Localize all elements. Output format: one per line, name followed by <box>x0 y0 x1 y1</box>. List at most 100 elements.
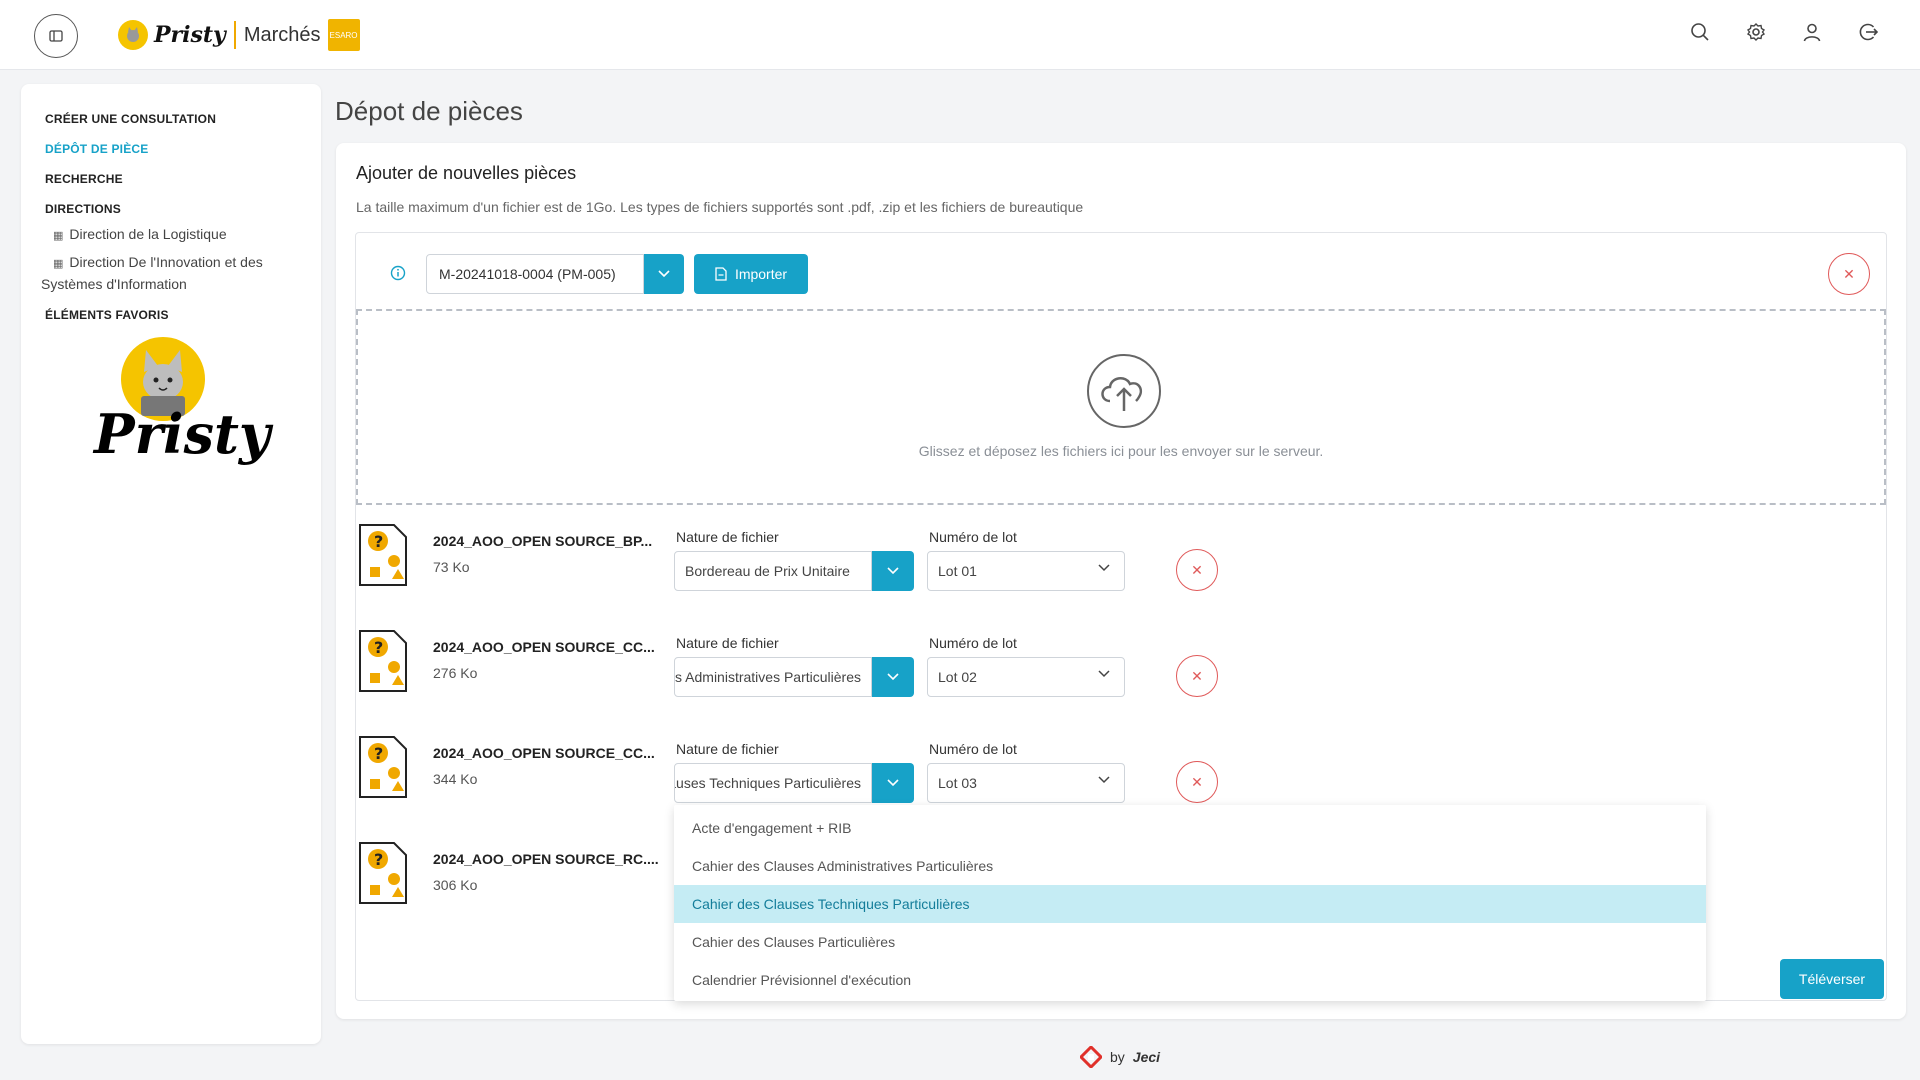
brand-name: Pristy <box>154 22 226 48</box>
chevron-down-icon <box>1098 564 1110 572</box>
dropdown-option[interactable]: Calendrier Prévisionnel d'exécution <box>674 961 1706 999</box>
cat-logo-icon <box>118 20 148 50</box>
file-name: 2024_AOO_OPEN SOURCE_CC... <box>433 639 655 655</box>
card-description: La taille maximum d'un fichier est de 1G… <box>356 199 1084 215</box>
close-icon: ✕ <box>1843 265 1855 282</box>
chevron-down-icon <box>887 779 899 787</box>
lot-value: Lot 03 <box>938 775 977 791</box>
remove-file-button[interactable]: ✕ <box>1176 761 1218 803</box>
lot-label: Numéro de lot <box>929 741 1017 757</box>
cloud-upload-icon <box>1086 353 1162 429</box>
sidebar-item-create-consultation[interactable]: CRÉER UNE CONSULTATION <box>45 108 301 130</box>
unknown-file-icon: ? <box>358 735 408 799</box>
nature-select[interactable]: Cahier des Clauses Administratives Parti… <box>674 657 872 697</box>
dropdown-option[interactable]: Acte d'engagement + RIB <box>674 809 1706 847</box>
nature-label: Nature de fichier <box>676 529 779 545</box>
building-icon: ▦ <box>53 258 64 270</box>
building-icon: ▦ <box>53 230 64 242</box>
brand-product: Marchés <box>243 23 321 46</box>
svg-text:?: ? <box>374 532 383 551</box>
file-size: 276 Ko <box>433 665 478 681</box>
remove-file-button[interactable]: ✕ <box>1176 655 1218 697</box>
jeci-logo-icon <box>1080 1046 1102 1068</box>
chevron-down-icon <box>887 673 899 681</box>
file-import-icon <box>715 267 727 281</box>
brand-separator <box>233 21 236 49</box>
footer: by Jeci <box>1080 1046 1160 1068</box>
svg-text:?: ? <box>374 850 383 869</box>
file-size: 73 Ko <box>433 559 470 575</box>
file-row: ? 2024_AOO_OPEN SOURCE_BP... 73 Ko Natur… <box>356 523 1886 603</box>
close-icon: ✕ <box>1191 561 1203 578</box>
brand-logo[interactable]: Pristy Marchés ESARO <box>118 17 360 53</box>
pristy-cat-logo: Pristy <box>94 334 270 474</box>
dropdown-option-selected[interactable]: Cahier des Clauses Techniques Particuliè… <box>674 885 1706 923</box>
file-name: 2024_AOO_OPEN SOURCE_CC... <box>433 745 655 761</box>
lot-value: Lot 02 <box>938 669 977 685</box>
chevron-down-icon <box>658 270 670 278</box>
file-dropzone[interactable]: Glissez et déposez les fichiers ici pour… <box>356 309 1886 505</box>
file-size: 344 Ko <box>433 771 478 787</box>
direction-label-cont: Systèmes d'Information <box>41 276 187 292</box>
direction-item-logistique[interactable]: ▦ Direction de la Logistique <box>45 224 301 246</box>
import-button-label: Importer <box>734 266 788 282</box>
svg-text:?: ? <box>374 744 383 763</box>
sidebar-item-favoris[interactable]: ÉLÉMENTS FAVORIS <box>45 304 301 326</box>
chevron-down-icon <box>1098 670 1110 678</box>
nature-label: Nature de fichier <box>676 741 779 757</box>
upload-button[interactable]: Téléverser <box>1780 959 1884 999</box>
sidebar-item-depot-piece[interactable]: DÉPÔT DE PIÈCE <box>45 138 301 160</box>
lot-label: Numéro de lot <box>929 635 1017 651</box>
sidebar-item-directions[interactable]: DIRECTIONS <box>45 198 301 220</box>
user-icon[interactable] <box>1800 20 1824 44</box>
chevron-down-icon <box>1098 776 1110 784</box>
nature-select[interactable]: Bordereau de Prix Unitaire <box>674 551 872 591</box>
sidebar: CRÉER UNE CONSULTATION DÉPÔT DE PIÈCE RE… <box>21 84 321 1044</box>
dropzone-text: Glissez et déposez les fichiers ici pour… <box>918 443 1324 459</box>
nature-label: Nature de fichier <box>676 635 779 651</box>
gear-icon[interactable] <box>1744 20 1768 44</box>
lot-value: Lot 01 <box>938 563 977 579</box>
dropdown-option[interactable]: Cahier des Clauses Administratives Parti… <box>674 847 1706 885</box>
page-title: Dépot de pièces <box>335 96 523 126</box>
close-icon: ✕ <box>1191 773 1203 790</box>
unknown-file-icon: ? <box>358 523 408 587</box>
direction-label: Direction de la Logistique <box>69 226 227 242</box>
nature-select-toggle[interactable] <box>872 657 914 697</box>
close-icon: ✕ <box>1191 667 1203 684</box>
direction-item-innovation[interactable]: ▦ Direction De l'Innovation et des Systèm… <box>41 252 301 294</box>
chevron-down-icon <box>887 567 899 575</box>
sidebar-toggle-button[interactable] <box>34 14 78 58</box>
brand-tag: ESARO <box>327 19 360 51</box>
unknown-file-icon: ? <box>358 629 408 693</box>
lot-select[interactable]: Lot 01 <box>927 551 1125 591</box>
remove-file-button[interactable]: ✕ <box>1176 549 1218 591</box>
direction-label: Direction De l'Innovation et des <box>69 254 263 270</box>
dropdown-option[interactable]: Cahier des Clauses Particulières <box>674 923 1706 961</box>
file-name: 2024_AOO_OPEN SOURCE_RC.... <box>433 851 659 867</box>
lot-select[interactable]: Lot 03 <box>927 763 1125 803</box>
lot-select[interactable]: Lot 02 <box>927 657 1125 697</box>
consultation-select-toggle[interactable] <box>644 254 684 294</box>
footer-by: by <box>1110 1049 1125 1065</box>
sidebar-logo-text: Pristy <box>94 402 271 466</box>
import-button[interactable]: Importer <box>694 254 808 294</box>
nature-select[interactable]: Cahier des Clauses Techniques Particuliè… <box>674 763 872 803</box>
clear-all-button[interactable]: ✕ <box>1828 253 1870 295</box>
search-icon[interactable] <box>1688 20 1712 44</box>
file-row: ? 2024_AOO_OPEN SOURCE_CC... 276 Ko Natu… <box>356 629 1886 709</box>
logout-icon[interactable] <box>1856 20 1880 44</box>
top-bar: Pristy Marchés ESARO <box>0 0 1920 70</box>
sidebar-item-recherche[interactable]: RECHERCHE <box>45 168 301 190</box>
consultation-select[interactable]: M-20241018-0004 (PM-005) <box>426 254 644 294</box>
info-icon[interactable] <box>390 265 406 286</box>
nature-select-toggle[interactable] <box>872 763 914 803</box>
file-name: 2024_AOO_OPEN SOURCE_BP... <box>433 533 653 549</box>
nature-select-toggle[interactable] <box>872 551 914 591</box>
file-row: ? 2024_AOO_OPEN SOURCE_CC... 344 Ko Natu… <box>356 735 1886 815</box>
unknown-file-icon: ? <box>358 841 408 905</box>
nature-dropdown-menu: Acte d'engagement + RIB Cahier des Claus… <box>674 805 1706 1001</box>
footer-company[interactable]: Jeci <box>1133 1049 1160 1065</box>
svg-text:?: ? <box>374 638 383 657</box>
lot-label: Numéro de lot <box>929 529 1017 545</box>
